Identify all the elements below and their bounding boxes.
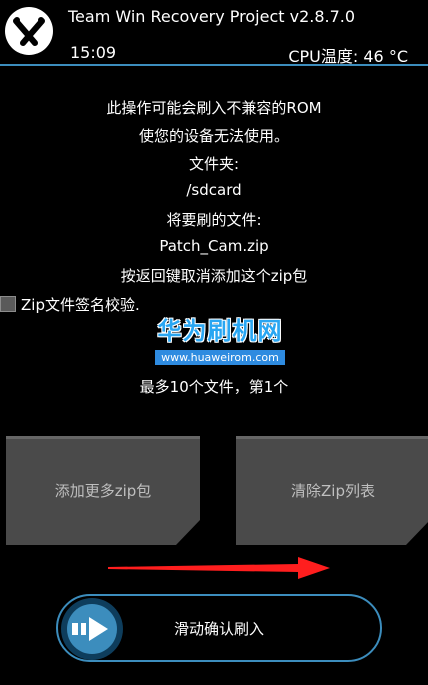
header-bar: Team Win Recovery Project v2.8.7.0 15:09… [0,0,428,66]
folder-path: /sdcard [186,181,242,199]
red-arrow-annotation [108,557,330,579]
add-more-zip-label: 添加更多zip包 [54,482,152,500]
header-divider [0,64,428,66]
file-label: 将要刷的文件: [166,211,262,229]
folder-label: 文件夹: [188,155,240,173]
clear-zip-list-button[interactable]: 清除Zip列表 [236,436,428,545]
clock-time: 15:09 [70,43,117,62]
warning-line-1: 此操作可能会刷入不兼容的ROM [106,99,322,117]
swipe-handle-arrow-icon[interactable] [60,597,124,661]
watermark: 华为刷机网 www.huaweirom.com [150,316,290,365]
watermark-brand: 华为刷机网 [157,317,283,345]
queue-info: 最多10个文件，第1个 [139,378,289,396]
zip-verify-toggle[interactable]: Zip文件签名校验. [0,293,140,315]
app-title: Team Win Recovery Project v2.8.7.0 [68,7,356,26]
file-name: Patch_Cam.zip [159,237,269,255]
twrp-logo-icon [5,7,53,55]
zip-verify-checkbox[interactable] [0,296,16,312]
zip-verify-label: Zip文件签名校验. [21,295,140,314]
watermark-url: www.huaweirom.com [155,350,285,365]
warning-line-2: 使您的设备无法使用。 [138,127,289,145]
cancel-hint: 按返回键取消添加这个zip包 [120,267,308,285]
clear-zip-list-label: 清除Zip列表 [291,482,375,500]
add-more-zip-button[interactable]: 添加更多zip包 [6,436,200,545]
